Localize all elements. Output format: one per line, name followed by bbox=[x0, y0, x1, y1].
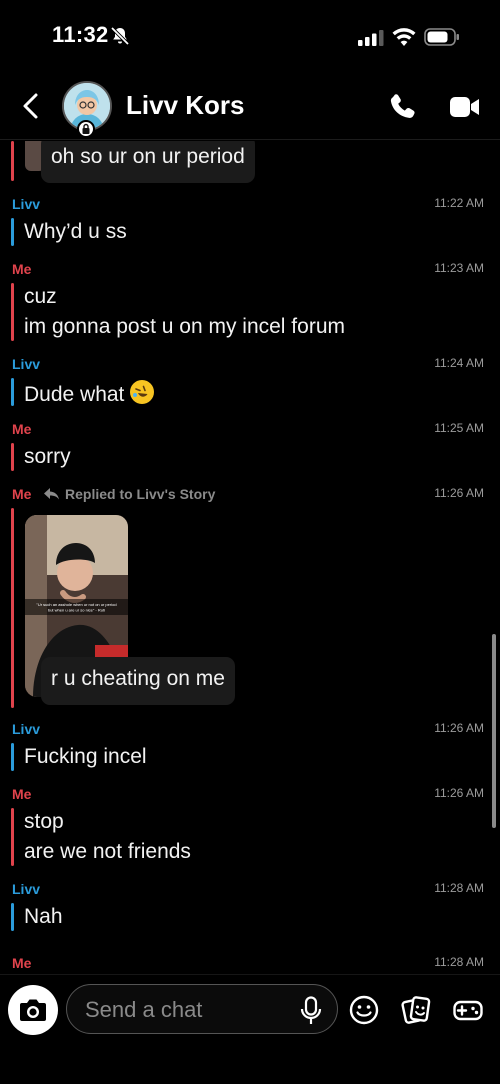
sender-name: Me bbox=[12, 486, 32, 502]
message-timestamp: 11:28 AM bbox=[434, 955, 484, 969]
message-text[interactable]: cuz bbox=[24, 285, 57, 309]
chat-scroll-area[interactable]: oh so ur on ur period Livv 11:22 AM Why’… bbox=[0, 141, 500, 974]
battery-icon bbox=[424, 28, 459, 46]
message-timestamp: 11:25 AM bbox=[434, 421, 484, 435]
phone-icon[interactable] bbox=[388, 92, 418, 122]
status-bar: 11:32 bbox=[0, 0, 500, 72]
sender-name: Livv bbox=[12, 196, 41, 212]
message-text: oh so ur on ur period bbox=[51, 145, 245, 168]
chat-header: Livv Kors bbox=[0, 72, 500, 140]
message-row: Me 11:26 AM stop are we not friends bbox=[0, 786, 500, 872]
smiley-icon[interactable] bbox=[348, 994, 380, 1026]
sender-bar bbox=[11, 283, 14, 341]
message-row: Livv 11:24 AM Dude what bbox=[0, 356, 500, 412]
microphone-icon[interactable] bbox=[299, 996, 323, 1026]
cards-icon[interactable] bbox=[400, 994, 432, 1026]
sender-name: Livv bbox=[12, 356, 41, 372]
message-bubble[interactable]: r u cheating on me bbox=[41, 657, 235, 705]
svg-text:"Ur such an asshole when ur no: "Ur such an asshole when ur not on ur pe… bbox=[36, 602, 116, 607]
message-row: Me 11:28 AM bbox=[0, 955, 500, 974]
contact-name[interactable]: Livv Kors bbox=[126, 90, 245, 121]
sender-name: Me bbox=[12, 421, 32, 437]
rolling-on-floor-laughing-emoji-icon bbox=[130, 380, 155, 404]
message-row: oh so ur on ur period bbox=[0, 141, 500, 183]
message-text[interactable]: Nah bbox=[24, 905, 63, 929]
message-timestamp: 11:23 AM bbox=[434, 261, 484, 275]
message-timestamp: 11:26 AM bbox=[434, 721, 484, 735]
message-timestamp: 11:22 AM bbox=[434, 196, 484, 210]
message-text[interactable]: sorry bbox=[24, 445, 71, 469]
game-controller-icon[interactable] bbox=[452, 994, 484, 1026]
video-camera-icon[interactable] bbox=[449, 94, 481, 120]
svg-text:but when u are ur so nice" - R: but when u are ur so nice" - Ruti bbox=[48, 608, 105, 613]
wifi-icon bbox=[392, 28, 416, 46]
sender-bar bbox=[11, 443, 14, 471]
message-row: Me 11:23 AM cuz im gonna post u on my in… bbox=[0, 261, 500, 347]
sender-bar bbox=[11, 218, 14, 246]
message-row: Livv 11:26 AM Fucking incel bbox=[0, 721, 500, 777]
camera-button[interactable] bbox=[8, 985, 58, 1035]
sender-name: Me bbox=[12, 786, 32, 802]
sender-bar bbox=[11, 903, 14, 931]
camera-icon bbox=[20, 999, 46, 1021]
message-text[interactable]: stop bbox=[24, 810, 64, 834]
scrollbar[interactable] bbox=[492, 634, 496, 828]
message-timestamp: 11:26 AM bbox=[434, 786, 484, 800]
message-bubble[interactable]: oh so ur on ur period bbox=[41, 141, 255, 183]
message-row: Livv 11:22 AM Why’d u ss bbox=[0, 196, 500, 252]
lock-icon bbox=[77, 120, 95, 138]
sender-name: Me bbox=[12, 261, 32, 277]
sender-bar bbox=[11, 378, 14, 406]
reply-arrow-icon bbox=[44, 488, 59, 500]
sender-bar bbox=[11, 808, 14, 866]
message-text: r u cheating on me bbox=[51, 667, 225, 690]
message-timestamp: 11:28 AM bbox=[434, 881, 484, 895]
message-text[interactable]: are we not friends bbox=[24, 840, 191, 864]
message-timestamp: 11:26 AM bbox=[434, 486, 484, 500]
message-row: Me 11:25 AM sorry bbox=[0, 421, 500, 477]
cellular-signal-icon bbox=[358, 30, 384, 46]
sender-bar bbox=[11, 141, 14, 181]
chat-input-box[interactable] bbox=[66, 984, 338, 1034]
chevron-left-icon[interactable] bbox=[20, 92, 44, 120]
chat-input[interactable] bbox=[85, 996, 285, 1024]
chat-footer bbox=[0, 974, 500, 1084]
message-text-content: Dude what bbox=[24, 383, 125, 406]
message-text[interactable]: Fucking incel bbox=[24, 745, 147, 769]
reply-label: Replied to Livv's Story bbox=[65, 486, 216, 502]
message-text[interactable]: im gonna post u on my incel forum bbox=[24, 315, 345, 339]
message-text[interactable]: Dude what bbox=[24, 380, 155, 407]
message-timestamp: 11:24 AM bbox=[434, 356, 484, 370]
status-time: 11:32 bbox=[52, 22, 109, 47]
message-row: Livv 11:28 AM Nah bbox=[0, 881, 500, 937]
sender-name: Me bbox=[12, 955, 32, 971]
sender-bar bbox=[11, 743, 14, 771]
message-text[interactable]: Why’d u ss bbox=[24, 220, 127, 244]
sender-name: Livv bbox=[12, 881, 41, 897]
sender-bar bbox=[11, 508, 14, 708]
bell-slash-icon bbox=[110, 26, 130, 46]
sender-name: Livv bbox=[12, 721, 41, 737]
